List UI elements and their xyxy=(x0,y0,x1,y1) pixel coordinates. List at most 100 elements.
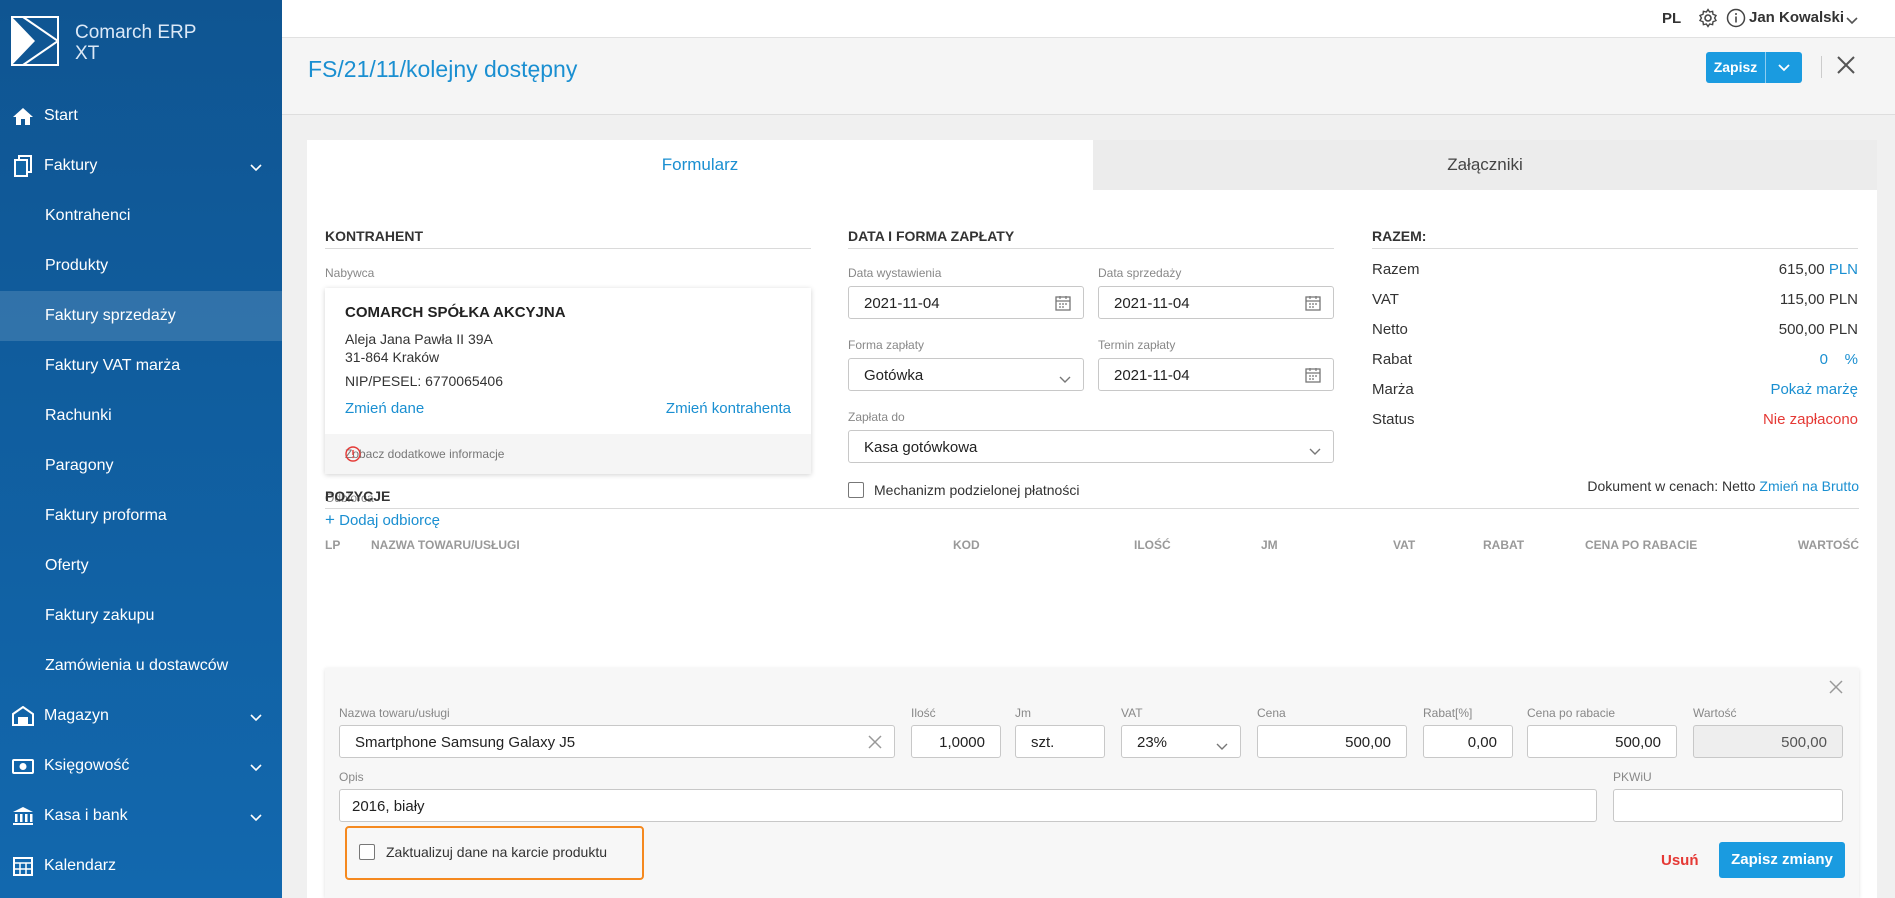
sidebar-item-faktury-vat-marza[interactable]: Faktury VAT marża xyxy=(0,341,282,391)
buyer-card: COMARCH SPÓŁKA AKCYJNA Aleja Jana Pawła … xyxy=(325,288,811,474)
close-icon[interactable] xyxy=(1836,55,1856,80)
more-info-bar[interactable]: Zobacz dodatkowe informacje xyxy=(325,434,811,474)
sidebar-item-zamowienia[interactable]: Zamówienia u dostawców xyxy=(0,641,282,691)
update-product-label[interactable]: Zaktualizuj dane na karcie produktu xyxy=(386,844,607,860)
sidebar-item-kasa-i-bank[interactable]: Kasa i bank xyxy=(0,791,282,841)
due-date-label: Termin zapłaty xyxy=(1098,338,1176,352)
vat-select[interactable]: 23% xyxy=(1121,725,1241,758)
info-icon[interactable] xyxy=(1726,8,1746,33)
sidebar-item-paragony[interactable]: Paragony xyxy=(0,441,282,491)
section-title-payment: DATA I FORMA ZAPŁATY xyxy=(848,228,1015,244)
total-label: Razem xyxy=(1372,261,1420,278)
app-logo[interactable]: Comarch ERP XT xyxy=(11,16,196,66)
item-name-input[interactable]: Smartphone Samsung Galaxy J5 xyxy=(339,725,895,758)
alert-circle-icon xyxy=(345,446,791,465)
column-header-discount[interactable]: RABAT xyxy=(1483,538,1524,552)
calendar-icon[interactable] xyxy=(1055,295,1071,315)
sidebar-item-faktury-zakupu[interactable]: Faktury zakupu xyxy=(0,591,282,641)
sidebar-item-kontrahenci[interactable]: Kontrahenci xyxy=(0,191,282,241)
add-recipient-link[interactable]: + Dodaj odbiorcę xyxy=(325,510,440,530)
sidebar-item-oferty[interactable]: Oferty xyxy=(0,541,282,591)
close-icon[interactable] xyxy=(1829,680,1843,699)
discount-unit: % xyxy=(1844,351,1858,368)
net-price-value: 500,00 xyxy=(1615,734,1661,751)
change-contractor-link[interactable]: Zmień kontrahenta xyxy=(666,400,791,417)
payment-form-select[interactable]: Gotówka xyxy=(848,358,1084,391)
update-product-checkbox[interactable] xyxy=(359,844,375,860)
save-button-group: Zapisz xyxy=(1706,52,1802,83)
discount-value: 0 xyxy=(1819,351,1828,368)
due-date-value: 2021-11-04 xyxy=(1114,367,1190,384)
divider xyxy=(1372,248,1858,249)
unit-input[interactable]: szt. xyxy=(1015,725,1105,758)
sidebar-item-magazyn[interactable]: Magazyn xyxy=(0,691,282,741)
clear-icon[interactable] xyxy=(868,735,882,753)
calendar-icon[interactable] xyxy=(1305,367,1321,387)
discount-label: Rabat xyxy=(1372,351,1413,368)
discount-percent-value: 0,00 xyxy=(1467,734,1497,751)
margin-row: Marża Pokaż marżę xyxy=(1372,381,1858,401)
column-header-qty[interactable]: ILOŚĆ xyxy=(1134,538,1171,552)
net-row: Netto 500,00 PLN xyxy=(1372,321,1858,341)
description-input[interactable]: 2016, biały xyxy=(339,789,1597,822)
user-menu[interactable]: Jan Kowalski xyxy=(1749,9,1844,26)
change-data-link[interactable]: Zmień dane xyxy=(345,400,424,417)
sidebar-item-label: Kasa i bank xyxy=(44,807,128,824)
column-header-name[interactable]: NAZWA TOWARU/USŁUGI xyxy=(371,538,520,552)
language-switch[interactable]: PL xyxy=(1662,10,1681,27)
vat-currency: PLN xyxy=(1828,291,1858,308)
sidebar-item-faktury[interactable]: Faktury xyxy=(0,141,282,191)
column-header-lp[interactable]: LP xyxy=(325,538,340,552)
currency-link[interactable]: PLN xyxy=(1829,261,1858,278)
net-price-input[interactable]: 500,00 xyxy=(1527,725,1677,758)
split-payment-label[interactable]: Mechanizm podzielonej płatności xyxy=(874,482,1079,498)
save-options-button[interactable] xyxy=(1766,52,1802,83)
tab-formularz[interactable]: Formularz xyxy=(307,140,1093,190)
price-input[interactable]: 500,00 xyxy=(1257,725,1407,758)
item-name-label: Nazwa towaru/usługi xyxy=(339,706,450,720)
chevron-down-icon xyxy=(1309,443,1321,460)
divider xyxy=(848,248,1334,249)
issue-date-field[interactable]: 2021-11-04 xyxy=(848,286,1084,319)
gear-icon[interactable] xyxy=(1698,8,1718,33)
issue-date-value: 2021-11-04 xyxy=(864,295,940,312)
split-payment-checkbox[interactable] xyxy=(848,482,864,498)
paid-to-select[interactable]: Kasa gotówkowa xyxy=(848,430,1334,463)
column-header-unit[interactable]: JM xyxy=(1261,538,1278,552)
chevron-down-icon xyxy=(1059,371,1071,388)
discount-link[interactable]: 0 % xyxy=(1820,351,1858,368)
qty-input[interactable]: 1,0000 xyxy=(911,725,1001,758)
total-value: 615,00 xyxy=(1778,261,1825,278)
tab-zalaczniki[interactable]: Załączniki xyxy=(1093,140,1877,190)
pkwiu-input[interactable] xyxy=(1613,789,1843,822)
sidebar-item-ksiegowosc[interactable]: Księgowość xyxy=(0,741,282,791)
column-header-vat[interactable]: VAT xyxy=(1393,538,1415,552)
chevron-down-icon[interactable] xyxy=(1846,12,1858,30)
switch-brutto-link[interactable]: Zmień na Brutto xyxy=(1759,478,1859,494)
show-margin-link[interactable]: Pokaż marżę xyxy=(1770,381,1858,398)
sidebar-item-faktury-sprzedazy[interactable]: Faktury sprzedaży xyxy=(0,291,282,341)
column-header-code[interactable]: KOD xyxy=(953,538,980,552)
chevron-down-icon xyxy=(250,809,262,827)
sale-date-field[interactable]: 2021-11-04 xyxy=(1098,286,1334,319)
sidebar-item-rachunki[interactable]: Rachunki xyxy=(0,391,282,441)
column-header-net-price[interactable]: CENA PO RABACIE xyxy=(1585,538,1697,552)
save-changes-button[interactable]: Zapisz zmiany xyxy=(1719,842,1845,878)
sidebar-item-faktury-proforma[interactable]: Faktury proforma xyxy=(0,491,282,541)
column-header-value[interactable]: WARTOŚĆ xyxy=(1798,538,1859,552)
calendar-icon[interactable] xyxy=(1305,295,1321,315)
home-icon xyxy=(11,104,35,128)
section-title-positions: POZYCJE xyxy=(325,488,391,504)
vat-row: VAT 115,00 PLN xyxy=(1372,291,1858,311)
due-date-field[interactable]: 2021-11-04 xyxy=(1098,358,1334,391)
save-button[interactable]: Zapisz xyxy=(1706,52,1766,83)
sidebar-item-produkty[interactable]: Produkty xyxy=(0,241,282,291)
app-name: Comarch ERP xyxy=(75,22,197,43)
buyer-address-street: Aleja Jana Pawła II 39A xyxy=(345,331,493,347)
sidebar-item-kalendarz[interactable]: Kalendarz xyxy=(0,841,282,891)
delete-button[interactable]: Usuń xyxy=(1661,852,1699,869)
sidebar-item-start[interactable]: Start xyxy=(0,91,282,141)
unit-value: szt. xyxy=(1031,734,1055,751)
divider xyxy=(325,248,811,249)
discount-input[interactable]: 0,00 xyxy=(1423,725,1513,758)
